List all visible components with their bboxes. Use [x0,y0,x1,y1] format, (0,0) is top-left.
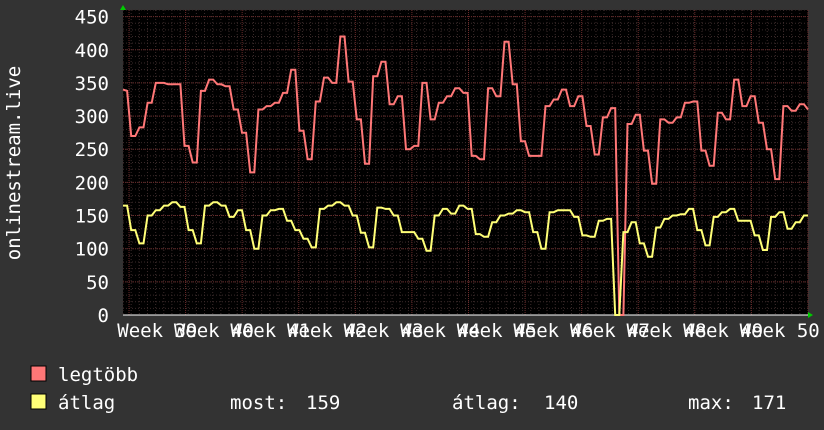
stat-atlag-label: átlag: [452,392,521,414]
legend-swatch-legtobb [30,365,47,382]
stat-most-value: 159 [306,392,340,414]
chart-root: 0 50 100 150 200 250 300 350 400 450 Week 39 Week … [0,0,824,430]
legend-swatch-atlag [30,393,47,410]
y-axis-label: onlinestream.live [3,66,25,260]
stat-most-label: most: [230,392,287,414]
chart-svg: 0 50 100 150 200 250 300 350 400 450 Week 39Week … [3,5,820,414]
x-axis-arrow-icon [808,312,813,318]
y-tick-label: 300 [75,106,109,128]
y-tick-label: 450 [75,7,109,29]
stat-max-label: max: [688,392,734,414]
stat-max-value: 171 [752,392,786,414]
y-tick-label: 0 [98,305,109,327]
y-tick-label: 50 [86,272,109,294]
x-tick-layer: Week 39Week 40Week 41Week 42Week 43Week … [117,320,819,342]
y-tick-label: 250 [75,139,109,161]
x-tick-label: Week 50 [740,320,820,342]
legend-label-atlag: átlag [58,392,115,414]
stat-atlag-value: 140 [544,392,578,414]
y-tick-layer: 0 50 100 150 200 250 300 350 400 450 [75,7,109,327]
y-tick-label: 150 [75,206,109,228]
y-tick-label: 200 [75,172,109,194]
y-axis-arrow-icon [120,5,126,10]
y-tick-label: 400 [75,40,109,62]
legend-label-legtobb: legtöbb [58,364,138,386]
y-tick-label: 350 [75,73,109,95]
y-tick-label: 100 [75,239,109,261]
